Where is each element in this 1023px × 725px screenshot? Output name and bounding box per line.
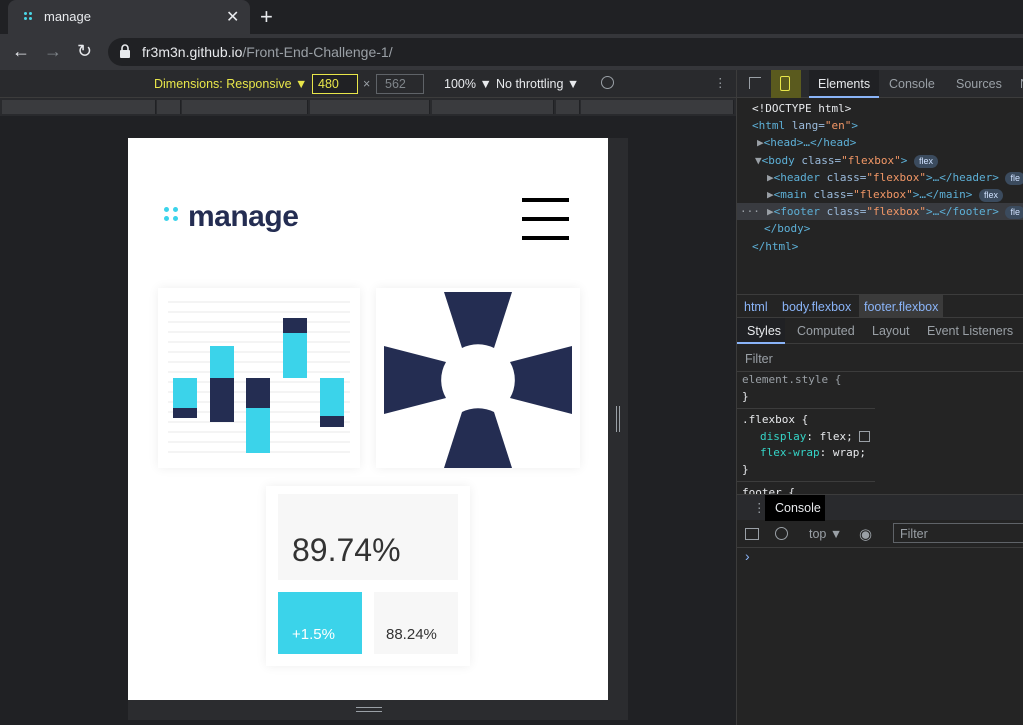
growth-stat-value: +1.5% xyxy=(292,626,335,643)
bar-chart-illustration xyxy=(168,301,350,453)
throttling-dropdown[interactable]: No throttling ▼ xyxy=(496,77,579,91)
crumb-html[interactable]: html xyxy=(744,300,768,314)
emulated-viewport: manage 89.74% +1.5% 88.24% xyxy=(128,138,608,700)
crumb-footer[interactable]: footer.flexbox xyxy=(859,295,944,317)
main-stat-box: 89.74% xyxy=(278,494,458,580)
styles-rules: element.style { } .flexbox { display: fl… xyxy=(737,372,876,502)
dimensions-dropdown[interactable]: Dimensions: Responsive ▼ xyxy=(154,77,307,91)
tab-sources[interactable]: Sources xyxy=(956,77,1002,91)
dom-doctype[interactable]: <!DOCTYPE html> xyxy=(737,100,1023,117)
sidebar-toggle-icon[interactable] xyxy=(745,528,759,540)
bar-chart-card xyxy=(158,288,360,468)
close-tab-icon[interactable]: ✕ xyxy=(226,7,239,27)
tab-strip: manage ✕ + xyxy=(0,0,1023,34)
device-toggle-icon[interactable] xyxy=(771,70,801,98)
dom-head[interactable]: ▶<head>…</head> xyxy=(737,134,1023,151)
rule-flexbox[interactable]: .flexbox { xyxy=(742,412,870,429)
more-options-icon[interactable]: ⋮ xyxy=(714,75,727,90)
rule-close: } xyxy=(742,389,749,403)
stats-card: 89.74% +1.5% 88.24% xyxy=(266,486,470,666)
secondary-stat-value: 88.24% xyxy=(386,626,437,643)
context-select[interactable]: top ▼ xyxy=(809,527,842,541)
styles-tabs: Styles Computed Layout Event Listeners xyxy=(737,318,1023,344)
breadcrumb: html body.flexbox footer.flexbox xyxy=(737,294,1023,318)
tab-title: manage xyxy=(44,9,91,24)
inspect-icon[interactable] xyxy=(749,77,761,89)
new-tab-button[interactable]: + xyxy=(260,4,273,30)
tab-console[interactable]: Console xyxy=(889,77,935,91)
tab-layout[interactable]: Layout xyxy=(872,324,910,338)
clear-console-icon[interactable] xyxy=(775,527,788,540)
resize-handle-bottom[interactable] xyxy=(128,700,628,720)
rule-flex-wrap[interactable]: flex-wrap: wrap; xyxy=(742,445,870,462)
main-stat-value: 89.74% xyxy=(292,532,401,568)
address-bar[interactable]: fr3m3n.github.io/Front-End-Challenge-1/ xyxy=(108,38,1023,66)
url-text: fr3m3n.github.io/Front-End-Challenge-1/ xyxy=(142,44,393,60)
drawer-menu-icon[interactable]: ⋮ xyxy=(753,500,766,515)
height-input[interactable]: 562 xyxy=(376,74,424,94)
devtools-tabs: Elements Console Sources N xyxy=(737,70,1023,98)
width-input[interactable]: 480 xyxy=(312,74,358,94)
rotate-icon[interactable] xyxy=(601,76,614,89)
times-label: × xyxy=(363,77,371,91)
dom-main[interactable]: ▶<main class="flexbox">…</main> flex xyxy=(737,186,1023,203)
styles-filter-input[interactable]: Filter xyxy=(737,346,1023,372)
propeller-illustration xyxy=(384,292,572,468)
dom-body-end[interactable]: </body> xyxy=(737,220,1023,237)
resize-handle-right[interactable] xyxy=(608,138,628,700)
tab-elements-label[interactable]: Elements xyxy=(818,77,870,91)
dom-html-end[interactable]: </html> xyxy=(737,238,1023,255)
back-icon[interactable]: ← xyxy=(12,41,30,62)
growth-stat-box: +1.5% xyxy=(278,592,362,654)
dom-header[interactable]: ▶<header class="flexbox">…</header> fle xyxy=(737,169,1023,186)
crumb-body[interactable]: body.flexbox xyxy=(782,300,851,314)
propeller-card xyxy=(376,288,580,468)
dom-body[interactable]: ▼<body class="flexbox"> flex xyxy=(737,152,1023,169)
devtools-panel: Elements Console Sources N <!DOCTYPE htm… xyxy=(736,70,1023,725)
console-filter-input[interactable]: Filter xyxy=(893,523,1023,543)
tab-styles[interactable]: Styles xyxy=(747,324,781,338)
lock-icon xyxy=(120,44,130,58)
browser-toolbar: ← → ↻ fr3m3n.github.io/Front-End-Challen… xyxy=(0,34,1023,70)
tab-event-listeners[interactable]: Event Listeners xyxy=(927,324,1013,338)
dom-footer-selected[interactable]: ··· ▶<footer class="flexbox">…</footer> f… xyxy=(737,203,1023,221)
console-drawer-tab[interactable]: Console xyxy=(775,501,821,515)
dom-html[interactable]: <html lang="en"> xyxy=(737,117,1023,134)
tab-computed[interactable]: Computed xyxy=(797,324,855,338)
device-toolbar: Dimensions: Responsive ▼ 480 × 562 100% … xyxy=(0,70,736,98)
media-query-bar xyxy=(0,98,736,116)
rule-element-style[interactable]: element.style { xyxy=(742,372,870,389)
logo-dots-icon xyxy=(164,207,178,221)
console-drawer-header: ⋮ Console xyxy=(737,494,1023,521)
zoom-dropdown[interactable]: 100% ▼ xyxy=(444,77,492,91)
rule-close-2: } xyxy=(742,462,749,476)
reload-icon[interactable]: ↻ xyxy=(77,41,92,62)
dom-tree: <!DOCTYPE html> <html lang="en"> ▶<head>… xyxy=(737,100,1023,255)
logo-text: manage xyxy=(188,200,299,233)
console-toolbar: top ▼ ◉ Filter xyxy=(737,520,1023,548)
console-prompt[interactable]: › xyxy=(745,548,750,564)
flexbox-editor-icon[interactable] xyxy=(859,431,871,442)
rule-display[interactable]: display: flex; xyxy=(742,429,871,446)
secondary-stat-box: 88.24% xyxy=(374,592,458,654)
forward-icon[interactable]: → xyxy=(44,41,62,62)
browser-tab[interactable]: manage ✕ xyxy=(8,0,250,34)
eye-icon[interactable]: ◉ xyxy=(859,525,872,543)
hamburger-menu-icon[interactable] xyxy=(522,198,569,240)
